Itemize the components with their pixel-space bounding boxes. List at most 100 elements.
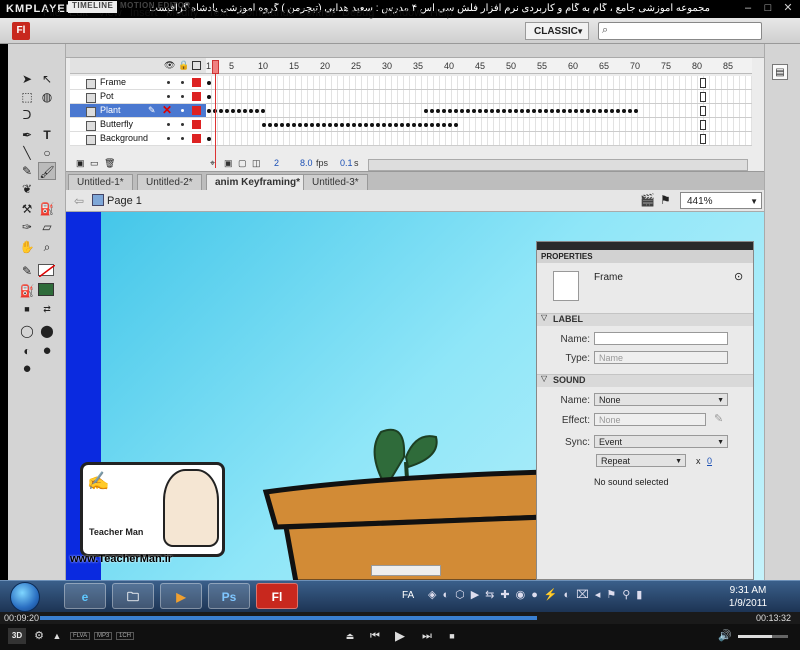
onion-skin-icon[interactable]: ▣	[224, 158, 233, 169]
label-type-select[interactable]: Name	[594, 351, 728, 364]
keyframe[interactable]	[249, 109, 253, 113]
keyframe[interactable]	[556, 109, 560, 113]
delete-layer-icon[interactable]: 🗑	[104, 158, 115, 169]
zoom-tool-icon[interactable]: ⌕	[38, 238, 56, 256]
menu-help[interactable]: Help	[430, 7, 453, 19]
back-arrow-icon[interactable]: ⇦	[74, 194, 84, 208]
keyframe[interactable]	[255, 109, 259, 113]
lasso-tool-icon[interactable]: ᑐ	[18, 106, 36, 124]
keyframe[interactable]	[394, 123, 398, 127]
tab-timeline[interactable]: TIMELINE	[68, 1, 118, 13]
keyframe[interactable]	[442, 123, 446, 127]
keyframe[interactable]	[478, 109, 482, 113]
center-frame-icon[interactable]: ⌖	[210, 158, 215, 169]
sound-section-header[interactable]: SOUND	[537, 374, 753, 387]
timeline-scrollbar[interactable]	[368, 159, 748, 171]
hidden-x-icon[interactable]: ✕	[162, 103, 172, 117]
pen-tool-icon[interactable]: ✒	[18, 126, 36, 144]
edit-multiple-frames-icon[interactable]: ◫	[252, 158, 261, 169]
keyframe[interactable]	[382, 123, 386, 127]
doc-tab-untitled-2[interactable]: Untitled-2*	[137, 174, 202, 190]
menu-window[interactable]: Window	[383, 7, 422, 19]
keyframe[interactable]	[616, 109, 620, 113]
keyframe[interactable]	[358, 123, 362, 127]
doc-tab-untitled-1[interactable]: Untitled-1*	[68, 174, 133, 190]
keyframe[interactable]	[454, 109, 458, 113]
keyframe[interactable]	[430, 123, 434, 127]
frame-label-name-input[interactable]	[594, 332, 728, 345]
keyframe[interactable]	[243, 109, 247, 113]
keyframe[interactable]	[310, 123, 314, 127]
keyframe[interactable]	[231, 109, 235, 113]
outline-color-icon[interactable]	[192, 92, 201, 101]
free-transform-tool-icon[interactable]: ⬚	[18, 88, 36, 106]
keyframe[interactable]	[328, 123, 332, 127]
keyframe[interactable]	[508, 109, 512, 113]
system-tray-icons[interactable]: ◈◐⬡▶⇆✚◉●⚡◐⌧◂⚑⚲▮	[428, 588, 710, 606]
keyframe[interactable]	[604, 109, 608, 113]
lock-dot-icon[interactable]	[181, 81, 184, 84]
keyframe[interactable]	[502, 109, 506, 113]
play-icon[interactable]: ▶	[393, 629, 407, 643]
keyframe[interactable]	[207, 109, 211, 113]
playhead[interactable]	[212, 60, 219, 74]
keyframe[interactable]	[574, 109, 578, 113]
doc-tab-anim-keyframing[interactable]: anim Keyframing*	[206, 174, 310, 190]
visibility-dot-icon[interactable]	[167, 81, 170, 84]
outline-color-icon[interactable]	[192, 134, 201, 143]
keyframe[interactable]	[225, 109, 229, 113]
menu-text[interactable]: Text	[208, 7, 228, 19]
menu-debug[interactable]: Debug	[342, 7, 374, 19]
frames-row-frame[interactable]	[206, 76, 752, 90]
menu-file[interactable]: File	[43, 7, 61, 19]
outline-color-icon[interactable]	[192, 78, 201, 87]
eject-icon[interactable]: ⏏	[343, 629, 357, 643]
3d-button[interactable]: 3D	[8, 628, 26, 644]
library-panel-icon[interactable]: ▤	[772, 64, 788, 80]
repeat-select[interactable]: Repeat ▼	[596, 454, 686, 467]
keyframe[interactable]	[598, 109, 602, 113]
keyframe[interactable]	[622, 109, 626, 113]
zoom-select[interactable]: 441% ▼	[680, 192, 762, 209]
outline-color-icon[interactable]	[192, 120, 201, 129]
label-section-header[interactable]: LABEL	[537, 313, 753, 326]
bone-tool-icon[interactable]: ⚒	[18, 200, 36, 218]
keyframe[interactable]	[610, 109, 614, 113]
minimize-icon[interactable]: –	[740, 2, 756, 15]
help-icon[interactable]: ⊙	[734, 270, 743, 283]
fill-color-icon[interactable]: ⛽	[18, 282, 36, 300]
keyframe[interactable]	[280, 123, 284, 127]
explorer-taskbar-icon[interactable]: 🗀	[112, 583, 154, 609]
effect-select[interactable]: None	[594, 413, 706, 426]
keyframe[interactable]	[334, 123, 338, 127]
chevron-up-icon[interactable]: ▲	[50, 629, 64, 643]
keyframe[interactable]	[400, 123, 404, 127]
keyframe[interactable]	[460, 109, 464, 113]
photoshop-taskbar-button[interactable]: Ps	[208, 583, 250, 609]
visibility-dot-icon[interactable]	[167, 95, 170, 98]
workspace-switcher[interactable]: CLASSIC ▼	[525, 22, 589, 40]
new-folder-icon[interactable]: ▭	[90, 158, 99, 169]
keyframe[interactable]	[580, 109, 584, 113]
deco-tool-icon[interactable]: ❦	[18, 180, 36, 198]
layer-row-background[interactable]: Background	[70, 132, 206, 146]
keyframe[interactable]	[286, 123, 290, 127]
keyframe[interactable]	[538, 109, 542, 113]
input-language[interactable]: FA	[402, 590, 414, 601]
edit-pencil-icon[interactable]: ✎	[714, 412, 723, 425]
keyframe[interactable]	[322, 123, 326, 127]
keyframe[interactable]	[472, 109, 476, 113]
keyframe[interactable]	[207, 95, 211, 99]
layer-row-frame[interactable]: Frame	[70, 76, 206, 90]
brush-mode-icon[interactable]: ◐	[18, 342, 36, 360]
keyframe[interactable]	[430, 109, 434, 113]
outline-color-icon[interactable]	[192, 106, 201, 115]
settings-icon[interactable]: ⚙	[32, 629, 46, 643]
text-tool-icon[interactable]: T	[38, 126, 56, 144]
lock-dot-icon[interactable]	[181, 137, 184, 140]
keyframe[interactable]	[436, 123, 440, 127]
black-white-icon[interactable]: ■	[18, 300, 36, 318]
hand-tool-icon[interactable]: ✋	[18, 238, 36, 256]
keyframe[interactable]	[388, 123, 392, 127]
volume-slider[interactable]	[738, 635, 788, 638]
